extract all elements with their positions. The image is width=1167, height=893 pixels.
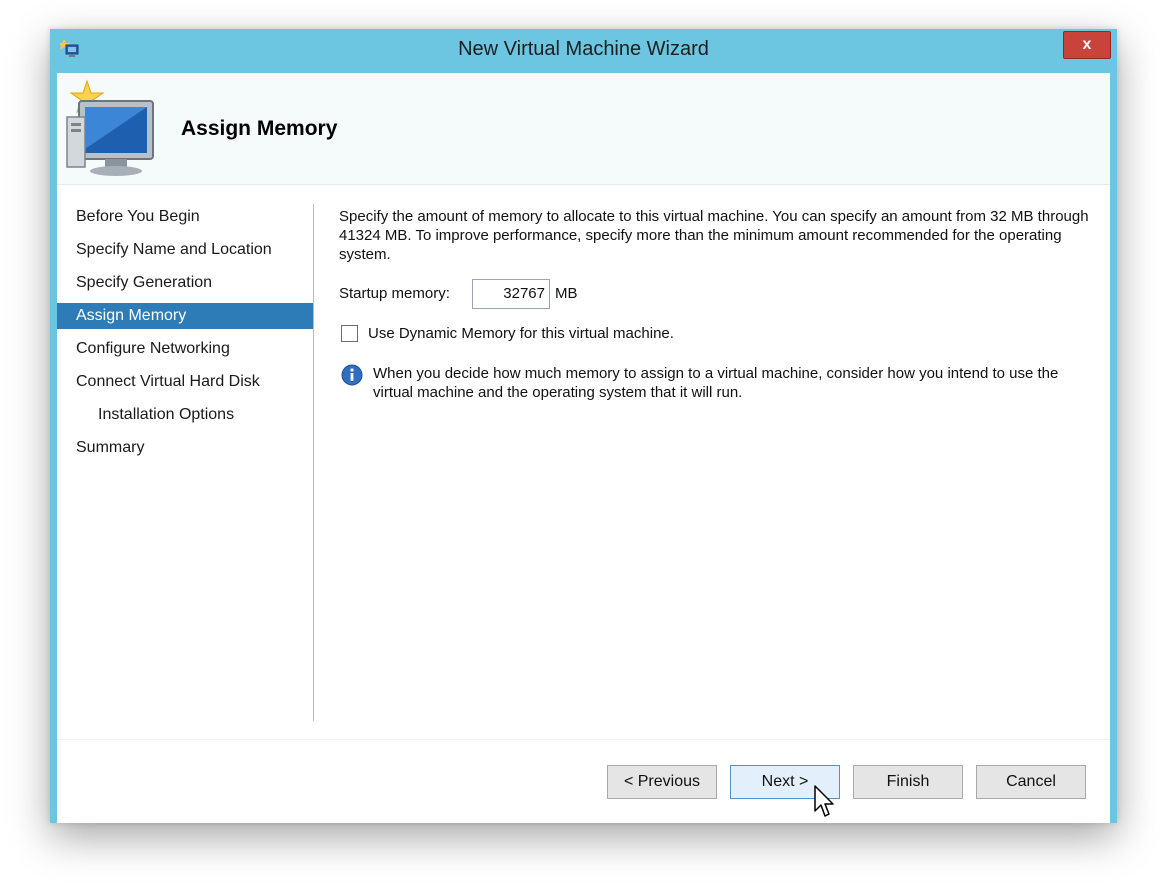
cancel-button[interactable]: Cancel <box>976 765 1086 799</box>
finish-button[interactable]: Finish <box>853 765 963 799</box>
nav-item-installation-options[interactable]: Installation Options <box>57 402 313 428</box>
memory-description: Specify the amount of memory to allocate… <box>339 208 1089 263</box>
dynamic-memory-checkbox[interactable] <box>341 325 358 342</box>
new-vm-wizard-icon <box>66 79 154 176</box>
close-button[interactable]: x <box>1063 31 1111 59</box>
nav-item-specify-generation[interactable]: Specify Generation <box>57 270 313 296</box>
nav-item-specify-name-and-location[interactable]: Specify Name and Location <box>57 237 313 263</box>
footer-separator <box>57 739 1110 740</box>
info-icon <box>341 364 363 386</box>
dynamic-memory-label[interactable]: Use Dynamic Memory for this virtual mach… <box>368 325 674 342</box>
startup-memory-unit: MB <box>555 285 578 302</box>
window-frame-left <box>50 73 57 823</box>
nav-item-summary[interactable]: Summary <box>57 435 313 461</box>
startup-memory-label: Startup memory: <box>339 285 450 302</box>
nav-item-connect-virtual-hard-disk[interactable]: Connect Virtual Hard Disk <box>57 369 313 395</box>
info-text: When you decide how much memory to assig… <box>373 365 1059 401</box>
window-title: New Virtual Machine Wizard <box>458 38 709 60</box>
nav-item-assign-memory[interactable]: Assign Memory <box>57 303 313 329</box>
wizard-window: New Virtual Machine Wizard x Assign Memo… <box>50 29 1117 823</box>
close-icon[interactable]: x <box>1083 36 1092 53</box>
wizard-header: Assign Memory <box>57 73 1110 185</box>
nav-item-configure-networking[interactable]: Configure Networking <box>57 336 313 362</box>
title-bar[interactable]: New Virtual Machine Wizard x <box>50 29 1117 73</box>
previous-button[interactable]: < Previous <box>607 765 717 799</box>
nav-divider <box>313 204 314 721</box>
wizard-steps-nav: Before You Begin Specify Name and Locati… <box>57 185 313 745</box>
nav-item-before-you-begin[interactable]: Before You Begin <box>57 204 313 230</box>
page-title: Assign Memory <box>181 117 338 140</box>
window-frame-right <box>1110 73 1117 823</box>
content-panel: Specify the amount of memory to allocate… <box>339 207 1099 264</box>
startup-memory-input[interactable]: 32767 <box>472 279 550 309</box>
mouse-cursor-icon <box>814 785 834 817</box>
